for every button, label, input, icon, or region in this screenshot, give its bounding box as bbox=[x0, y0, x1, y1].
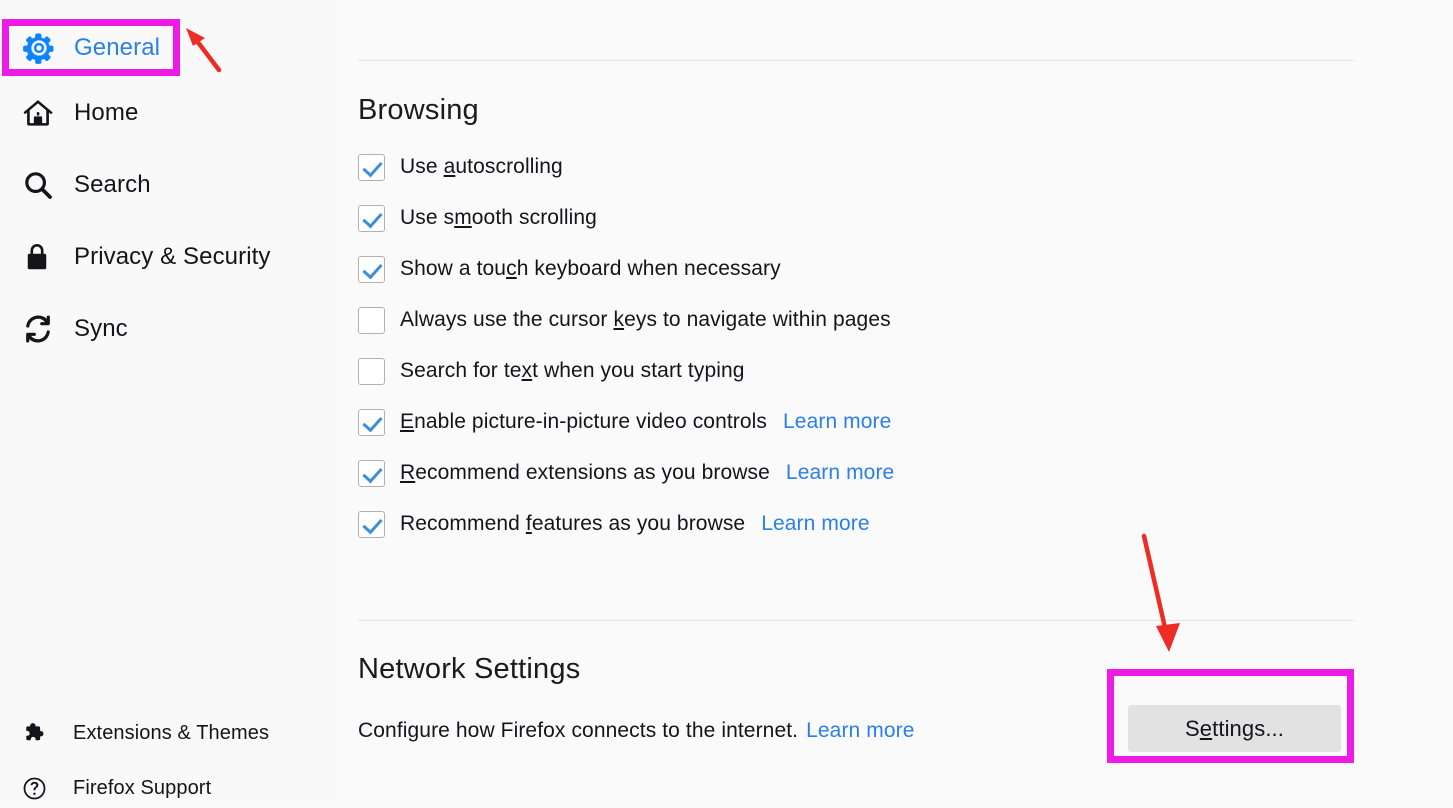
sidebar-item-search[interactable]: Search bbox=[0, 162, 340, 208]
sidebar-item-firefox-support[interactable]: Firefox Support bbox=[0, 768, 340, 808]
sync-icon bbox=[22, 311, 58, 347]
network-settings-section-title: Network Settings bbox=[358, 653, 581, 685]
sidebar-item-sync[interactable]: Sync bbox=[0, 306, 340, 352]
settings-main-panel: Browsing Use autoscrolling Use smooth sc… bbox=[340, 0, 1453, 800]
home-icon bbox=[22, 95, 58, 131]
settings-sidebar: General Home Search Privacy & Security S… bbox=[0, 0, 340, 800]
sidebar-item-general[interactable]: General bbox=[0, 25, 340, 71]
checkbox-row-picture-in-picture[interactable]: Enable picture-in-picture video controls… bbox=[358, 407, 891, 437]
checkbox-picture-in-picture[interactable] bbox=[358, 408, 385, 436]
search-icon bbox=[22, 167, 58, 203]
sidebar-item-home[interactable]: Home bbox=[0, 90, 340, 136]
sidebar-item-privacy-security[interactable]: Privacy & Security bbox=[0, 234, 340, 280]
checkbox-row-cursor-keys[interactable]: Always use the cursor keys to navigate w… bbox=[358, 305, 891, 335]
checkbox-row-recommend-extensions[interactable]: Recommend extensions as you browse Learn… bbox=[358, 458, 894, 488]
checkbox-row-search-for-text[interactable]: Search for text when you start typing bbox=[358, 356, 745, 386]
gear-icon bbox=[22, 30, 58, 66]
checkbox-recommend-features[interactable] bbox=[358, 510, 385, 538]
sidebar-item-label-extensions-themes: Extensions & Themes bbox=[73, 721, 270, 744]
lock-icon bbox=[22, 239, 58, 275]
checkbox-label-use-autoscrolling: Use autoscrolling bbox=[400, 155, 563, 178]
checkbox-label-show-touch-keyboard: Show a touch keyboard when necessary bbox=[400, 257, 781, 280]
divider-network bbox=[358, 620, 1355, 621]
network-settings-button[interactable]: Settings... bbox=[1128, 705, 1341, 752]
checkbox-label-cursor-keys: Always use the cursor keys to navigate w… bbox=[400, 308, 891, 331]
sidebar-item-extensions-themes[interactable]: Extensions & Themes bbox=[0, 713, 340, 753]
question-mark-circle-icon bbox=[22, 775, 54, 801]
checkbox-label-search-for-text: Search for text when you start typing bbox=[400, 359, 745, 382]
puzzle-piece-icon bbox=[22, 720, 54, 746]
checkbox-label-use-smooth-scrolling: Use smooth scrolling bbox=[400, 206, 597, 229]
checkbox-row-use-smooth-scrolling[interactable]: Use smooth scrolling bbox=[358, 203, 597, 233]
sidebar-item-label-home: Home bbox=[74, 99, 139, 126]
checkbox-label-recommend-extensions: Recommend extensions as you browse bbox=[400, 461, 770, 484]
sidebar-item-label-general: General bbox=[74, 34, 161, 61]
learn-more-link-recommend-extensions[interactable]: Learn more bbox=[786, 461, 894, 485]
learn-more-link-picture-in-picture[interactable]: Learn more bbox=[783, 410, 891, 434]
checkbox-recommend-extensions[interactable] bbox=[358, 459, 385, 487]
sidebar-item-label-sync: Sync bbox=[74, 315, 128, 342]
checkbox-use-smooth-scrolling[interactable] bbox=[358, 204, 385, 232]
sidebar-item-label-search: Search bbox=[74, 171, 151, 198]
checkbox-show-touch-keyboard[interactable] bbox=[358, 255, 385, 283]
learn-more-link-network-settings[interactable]: Learn more bbox=[806, 719, 914, 742]
learn-more-link-recommend-features[interactable]: Learn more bbox=[761, 512, 869, 536]
divider-top bbox=[358, 60, 1355, 61]
network-settings-description-text: Configure how Firefox connects to the in… bbox=[358, 719, 799, 742]
network-settings-description: Configure how Firefox connects to the in… bbox=[358, 719, 915, 743]
checkbox-label-recommend-features: Recommend features as you browse bbox=[400, 512, 746, 535]
sidebar-item-label-privacy-security: Privacy & Security bbox=[74, 243, 271, 270]
checkbox-search-for-text[interactable] bbox=[358, 357, 385, 385]
checkbox-row-show-touch-keyboard[interactable]: Show a touch keyboard when necessary bbox=[358, 254, 781, 284]
sidebar-item-label-firefox-support: Firefox Support bbox=[73, 776, 212, 799]
checkbox-label-picture-in-picture: Enable picture-in-picture video controls bbox=[400, 410, 768, 433]
checkbox-row-recommend-features[interactable]: Recommend features as you browse Learn m… bbox=[358, 509, 870, 539]
checkbox-use-autoscrolling[interactable] bbox=[358, 153, 385, 181]
checkbox-row-use-autoscrolling[interactable]: Use autoscrolling bbox=[358, 152, 563, 182]
checkbox-cursor-keys[interactable] bbox=[358, 306, 385, 334]
browsing-section-title: Browsing bbox=[358, 94, 479, 126]
